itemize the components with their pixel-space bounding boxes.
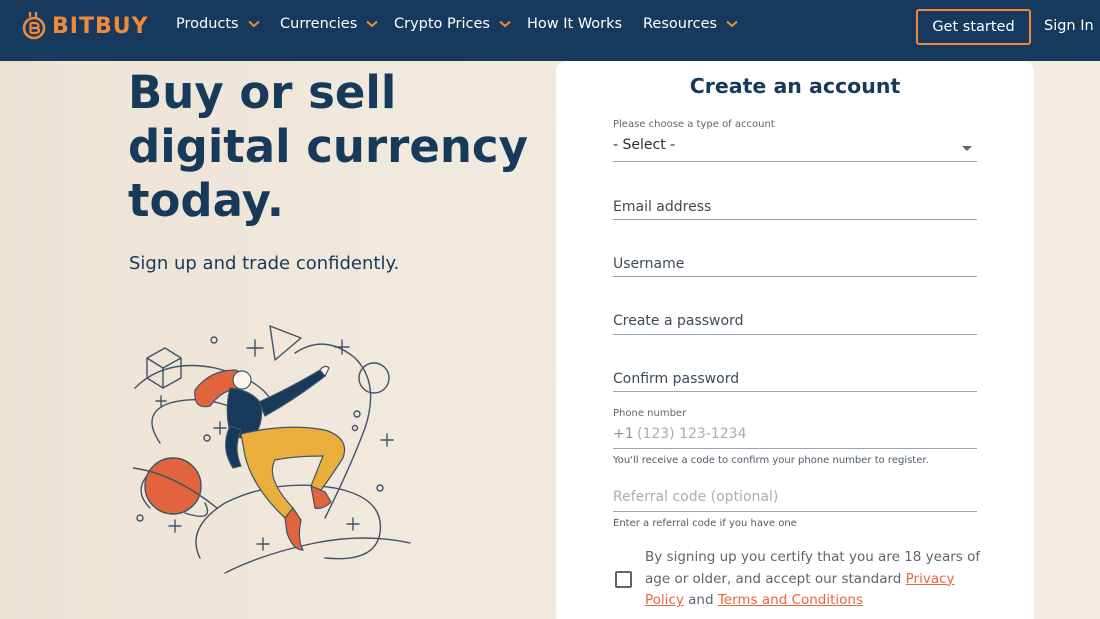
top-nav: BITBUY Products Currencies Crypto Prices… [0,0,1100,61]
consent-text: By signing up you certify that you are 1… [645,547,985,612]
field-underline [613,161,977,162]
account-type-value: - Select - [613,137,676,153]
signup-card: Create an account Please choose a type o… [556,61,1034,619]
field-underline [613,334,977,335]
headline-line-2: digital currency [128,120,528,173]
bitbuy-logo-icon [22,11,46,40]
chevron-down-icon [726,20,738,28]
sign-in-link[interactable]: Sign In [1044,18,1094,34]
referral-field[interactable]: Referral code (optional) Enter a referra… [613,488,977,534]
username-placeholder: Username [613,256,685,272]
headline-line-1: Buy or sell [128,66,397,119]
referral-placeholder: Referral code (optional) [613,489,779,505]
nav-currencies[interactable]: Currencies [280,14,378,34]
nav-how-it-works-label: How It Works [527,16,623,32]
field-underline [613,276,977,277]
chevron-down-icon [499,20,511,28]
account-type-select[interactable]: Please choose a type of account - Select… [613,119,977,163]
nav-resources[interactable]: Resources [643,14,738,34]
nav-products[interactable]: Products [176,14,260,34]
email-placeholder: Email address [613,199,712,215]
form-title: Create an account [689,74,901,98]
field-underline [613,511,977,512]
terms-link[interactable]: Terms and Conditions [718,592,863,608]
field-underline [613,391,977,392]
phone-label: Phone number [613,408,687,419]
account-type-label: Please choose a type of account [613,119,775,130]
password-placeholder: Create a password [613,313,744,329]
username-field[interactable]: Username [613,255,977,279]
referral-hint: Enter a referral code if you have one [613,518,797,529]
headline-line-3: today. [128,174,284,227]
phone-country-code: +1 [613,426,634,442]
nav-crypto-prices[interactable]: Crypto Prices [394,14,511,34]
age-consent-checkbox[interactable] [615,571,632,588]
consent-and: and [683,592,718,608]
nav-products-label: Products [176,16,239,32]
nav-resources-label: Resources [643,16,718,32]
field-underline [613,448,977,449]
brand-logo[interactable]: BITBUY [22,10,149,42]
confirm-password-placeholder: Confirm password [613,371,740,387]
chevron-down-icon [366,20,378,28]
phone-placeholder: (123) 123-1234 [637,426,747,442]
brand-name: BITBUY [52,13,149,39]
hero-headline: Buy or sell digital currency today. [128,66,528,228]
caret-down-icon [962,146,972,151]
phone-hint: You'll receive a code to confirm your ph… [613,455,929,466]
email-field[interactable]: Email address [613,197,977,221]
phone-field[interactable]: Phone number +1 (123) 123-1234 You'll re… [613,406,977,468]
nav-currencies-label: Currencies [280,16,358,32]
confirm-password-field[interactable]: Confirm password [613,369,977,393]
hero-subhead: Sign up and trade confidently. [129,253,400,274]
password-field[interactable]: Create a password [613,312,977,336]
nav-how-it-works[interactable]: How It Works [527,14,622,34]
get-started-button[interactable]: Get started [916,9,1031,45]
field-underline [613,219,977,220]
nav-crypto-prices-label: Crypto Prices [394,16,490,32]
space-woman-illustration [132,325,411,574]
chevron-down-icon [247,20,260,28]
